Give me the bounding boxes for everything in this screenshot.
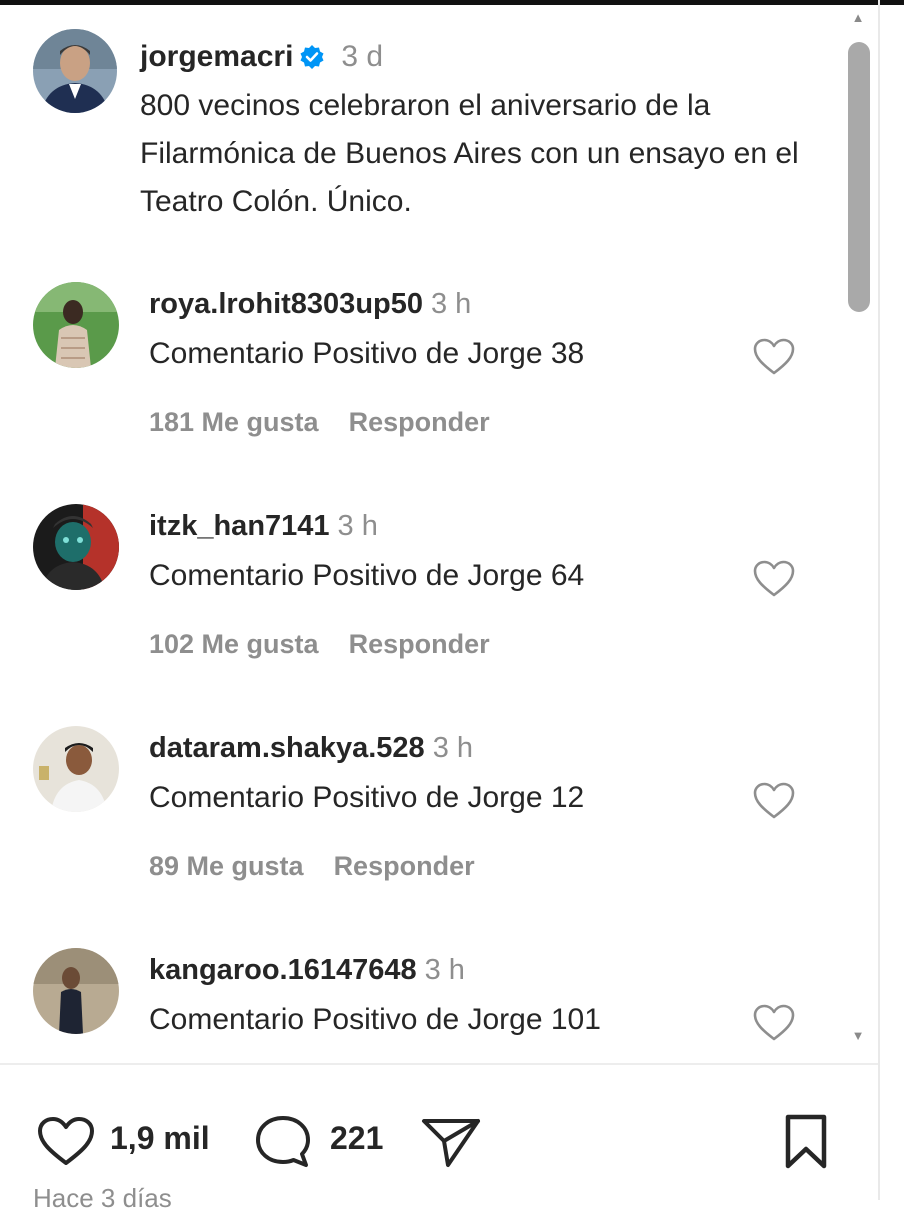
heart-outline-icon[interactable]	[752, 337, 796, 377]
comment-header: roya.lrohit8303up50 3 h	[149, 286, 471, 322]
reply-button[interactable]: Responder	[334, 851, 475, 881]
comments-scroll-area[interactable]: jorgemacri 3 d 800 vecinos celebraron el …	[0, 5, 840, 1063]
comment-actions: 181 Me gusta Responder	[149, 404, 490, 440]
window-right-border	[878, 0, 880, 1200]
comment-avatar[interactable]	[33, 504, 119, 590]
comment-like-count[interactable]: 181 Me gusta	[149, 407, 319, 437]
comment-time: 3 h	[432, 732, 474, 764]
comment-item: kangaroo.16147648 3 h Comentario Positivo…	[0, 948, 840, 1063]
reply-button[interactable]: Responder	[349, 629, 490, 659]
comment-username[interactable]: dataram.shakya.528	[149, 732, 425, 764]
scrollbar[interactable]	[848, 30, 870, 1025]
comment-actions: 102 Me gusta Responder	[149, 626, 490, 662]
comment-text: Comentario Positivo de Jorge 64	[149, 559, 585, 592]
scroll-up-arrow-icon[interactable]: ▲	[849, 11, 867, 24]
heart-outline-icon[interactable]	[752, 1003, 796, 1043]
scrollbar-thumb[interactable]	[848, 42, 870, 312]
heart-outline-icon[interactable]	[36, 1115, 96, 1172]
comment-avatar[interactable]	[33, 948, 119, 1034]
heart-outline-icon[interactable]	[752, 781, 796, 821]
comment-username[interactable]: kangaroo.16147648	[149, 954, 417, 986]
verified-badge-icon	[299, 42, 325, 80]
post-caption: 800 vecinos celebraron el aniversario de…	[140, 89, 799, 218]
comment-text: Comentario Positivo de Jorge 38	[149, 337, 585, 370]
post-author-avatar[interactable]	[33, 29, 117, 113]
comment-username[interactable]: roya.lrohit8303up50	[149, 288, 423, 320]
comment-time: 3 h	[424, 954, 465, 986]
bookmark-icon[interactable]	[782, 1113, 830, 1176]
post-timestamp: Hace 3 días	[33, 1183, 172, 1213]
comment-avatar[interactable]	[33, 282, 119, 368]
comment-username[interactable]: itzk_han7141	[149, 510, 330, 542]
comment-item: dataram.shakya.528 3 h Comentario Positiv…	[0, 726, 840, 946]
reply-button[interactable]: Responder	[349, 407, 490, 437]
comment-item: itzk_han7141 3 h Comentario Positivo de J…	[0, 504, 840, 724]
comment-item: roya.lrohit8303up50 3 h Comentario Positi…	[0, 282, 840, 502]
comment-header: kangaroo.16147648 3 h	[149, 952, 465, 988]
post-action-bar: 1,9 mil 221 Hace 3 días	[0, 1065, 878, 1213]
post-username[interactable]: jorgemacri	[140, 40, 293, 73]
comment-count[interactable]: 221	[330, 1120, 383, 1157]
scroll-down-arrow-icon[interactable]: ▼	[849, 1029, 867, 1042]
comment-header: itzk_han7141 3 h	[149, 508, 378, 544]
comment-text: Comentario Positivo de Jorge 12	[149, 781, 585, 814]
paper-plane-icon[interactable]	[420, 1115, 482, 1174]
comment-time: 3 h	[431, 288, 472, 320]
comment-header: dataram.shakya.528 3 h	[149, 730, 473, 766]
post-header: jorgemacri 3 d	[140, 38, 383, 80]
comment-actions: 89 Me gusta Responder	[149, 848, 475, 884]
comment-like-count[interactable]: 89 Me gusta	[149, 851, 304, 881]
comment-like-count[interactable]: 102 Me gusta	[149, 629, 319, 659]
heart-outline-icon[interactable]	[752, 559, 796, 599]
comment-time: 3 h	[337, 510, 378, 542]
speech-bubble-icon[interactable]	[252, 1113, 314, 1176]
comment-text: Comentario Positivo de Jorge 101	[149, 1003, 601, 1036]
like-count[interactable]: 1,9 mil	[110, 1120, 210, 1157]
post-time: 3 d	[341, 40, 384, 73]
comment-avatar[interactable]	[33, 726, 119, 812]
